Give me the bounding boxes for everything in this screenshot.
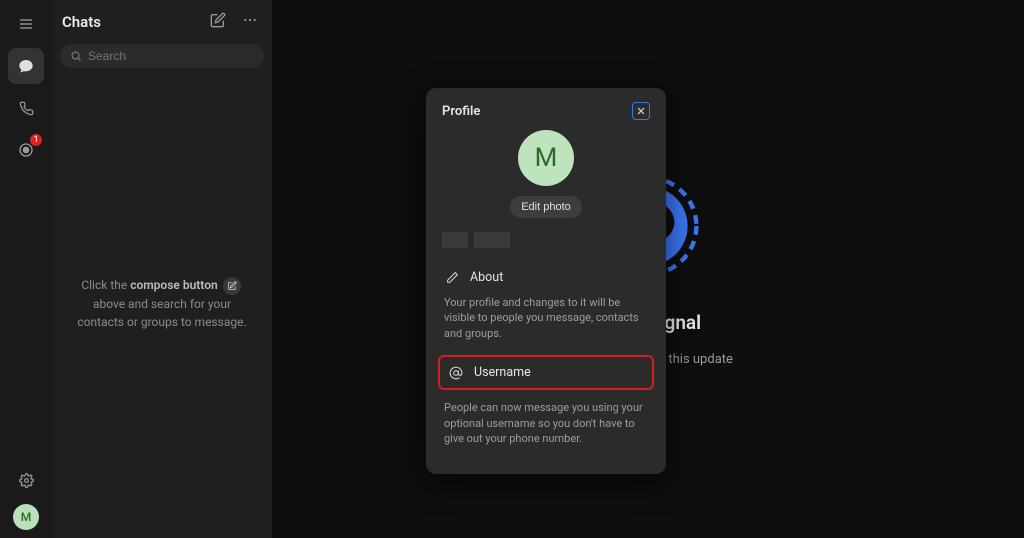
about-row[interactable]: About: [442, 262, 650, 293]
empty-chat-hint: Click the compose button above and searc…: [52, 276, 272, 331]
search-icon: [70, 50, 82, 62]
profile-modal: Profile M Edit photo About Your profile …: [426, 88, 666, 474]
compose-icon[interactable]: [206, 8, 230, 36]
chat-list-pane: Chats Click the compose button above and…: [52, 0, 272, 538]
username-label: Username: [474, 365, 531, 380]
stories-tab-icon[interactable]: [8, 132, 44, 168]
pencil-icon: [444, 271, 460, 284]
profile-name-redacted[interactable]: [442, 232, 650, 248]
more-icon[interactable]: [238, 8, 262, 36]
at-icon: [448, 366, 464, 380]
profile-avatar[interactable]: M: [518, 130, 574, 186]
chat-list-title: Chats: [62, 13, 198, 31]
edit-photo-button[interactable]: Edit photo: [510, 196, 582, 218]
close-icon[interactable]: [632, 102, 650, 120]
calls-tab-icon[interactable]: [8, 90, 44, 126]
username-row[interactable]: Username: [438, 355, 654, 390]
search-field[interactable]: [88, 49, 254, 63]
chats-tab-icon[interactable]: [8, 48, 44, 84]
hamburger-menu-icon[interactable]: [8, 6, 44, 42]
compose-hint-icon: [223, 277, 241, 295]
search-input[interactable]: [60, 44, 264, 68]
username-description: People can now message you using your op…: [442, 398, 650, 456]
profile-modal-title: Profile: [442, 104, 480, 119]
profile-avatar-mini[interactable]: M: [13, 504, 39, 530]
settings-gear-icon[interactable]: [8, 462, 44, 498]
about-label: About: [470, 270, 503, 285]
about-description: Your profile and changes to it will be v…: [442, 293, 650, 351]
nav-rail: M: [0, 0, 52, 538]
